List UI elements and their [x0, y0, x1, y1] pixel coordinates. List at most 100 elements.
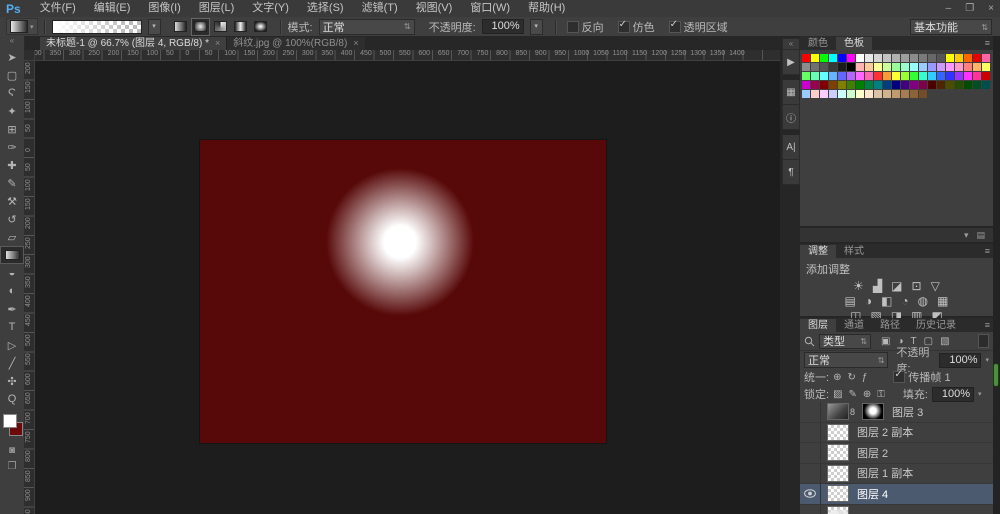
color-swatch[interactable]: [883, 72, 891, 80]
color-swatch[interactable]: [811, 90, 819, 98]
color-balance-icon[interactable]: ◑: [865, 294, 872, 308]
panel-scrollbar[interactable]: [993, 36, 1000, 514]
color-swatch[interactable]: [892, 81, 900, 89]
color-swatch[interactable]: [838, 81, 846, 89]
foreground-color-chip[interactable]: [3, 414, 17, 428]
visibility-toggle[interactable]: [800, 463, 821, 483]
color-swatch[interactable]: [973, 63, 981, 71]
color-swatch[interactable]: [829, 54, 837, 62]
fill-value[interactable]: 100%: [931, 386, 974, 402]
color-swatch[interactable]: [811, 63, 819, 71]
linear-gradient-button[interactable]: [171, 18, 190, 36]
eyedropper-tool[interactable]: ✑: [0, 138, 24, 156]
color-swatch[interactable]: [829, 63, 837, 71]
toolbar-collapse-icon[interactable]: «: [0, 36, 24, 48]
option-checkbox-1[interactable]: 仿色: [617, 19, 655, 35]
layers-panel-menu-icon[interactable]: ≡: [985, 320, 990, 330]
quick-mask-button[interactable]: ◙: [0, 442, 24, 458]
color-swatch[interactable]: [892, 63, 900, 71]
layer-mask-thumbnail[interactable]: [862, 403, 885, 421]
color-swatch[interactable]: [973, 72, 981, 80]
black-white-icon[interactable]: ◧: [881, 294, 892, 308]
layer-row-1[interactable]: 图层 2 副本: [800, 422, 993, 443]
layers-tab-2[interactable]: 路径: [872, 319, 908, 332]
timeline-panel-icon[interactable]: ▦: [782, 80, 800, 105]
color-swatch[interactable]: [865, 72, 873, 80]
color-swatch[interactable]: [919, 63, 927, 71]
color-swatch[interactable]: [928, 54, 936, 62]
color-swatch[interactable]: [883, 63, 891, 71]
color-swatch[interactable]: [847, 90, 855, 98]
exposure-icon[interactable]: ⊡: [912, 279, 922, 293]
layer-thumbnail[interactable]: [827, 423, 849, 441]
color-swatch[interactable]: [946, 81, 954, 89]
color-swatch[interactable]: [955, 63, 963, 71]
color-swatch[interactable]: [802, 54, 810, 62]
color-swatch[interactable]: [802, 81, 810, 89]
tab-close-icon[interactable]: ×: [353, 37, 358, 50]
color-swatch[interactable]: [973, 81, 981, 89]
color-swatch[interactable]: [856, 81, 864, 89]
color-swatch[interactable]: [865, 81, 873, 89]
color-swatch[interactable]: [946, 54, 954, 62]
minimize-button[interactable]: –: [946, 0, 952, 17]
unify-style-icon[interactable]: ƒ: [862, 372, 868, 383]
pen-tool[interactable]: ✒: [0, 300, 24, 318]
layer-thumbnail[interactable]: [827, 485, 849, 503]
color-swatch[interactable]: [910, 72, 918, 80]
workspace-select[interactable]: 基本功能 ⇅: [910, 19, 992, 35]
color-swatch[interactable]: [901, 54, 909, 62]
color-swatch[interactable]: [901, 63, 909, 71]
clone-stamp-tool[interactable]: ⚒: [0, 192, 24, 210]
color-swatch[interactable]: [955, 54, 963, 62]
color-swatch[interactable]: [856, 63, 864, 71]
color-swatch[interactable]: [901, 72, 909, 80]
color-swatch[interactable]: [883, 54, 891, 62]
color-swatch[interactable]: [937, 81, 945, 89]
option-checkbox-0[interactable]: 反向: [566, 19, 604, 35]
color-swatch[interactable]: [802, 72, 810, 80]
path-selection-tool[interactable]: ▷: [0, 336, 24, 354]
opacity-value[interactable]: 100%: [481, 19, 524, 34]
color-swatch[interactable]: [847, 54, 855, 62]
visibility-toggle[interactable]: [800, 402, 821, 422]
tab-close-icon[interactable]: ×: [215, 37, 220, 50]
marquee-tool[interactable]: ▢: [0, 66, 24, 84]
color-swatch[interactable]: [964, 81, 972, 89]
color-swatch[interactable]: [829, 81, 837, 89]
color-swatch[interactable]: [874, 90, 882, 98]
color-swatch[interactable]: [847, 81, 855, 89]
color-swatch[interactable]: [820, 72, 828, 80]
blend-mode-select[interactable]: 正常 ⇅: [804, 352, 889, 368]
color-swatch[interactable]: [919, 54, 927, 62]
color-swatch[interactable]: [874, 63, 882, 71]
color-lookup-icon[interactable]: ▦: [937, 294, 948, 308]
document-tab-1[interactable]: 斜纹.jpg @ 100%(RGB/8) ×: [226, 37, 365, 50]
color-swatch[interactable]: [856, 90, 864, 98]
color-swatch[interactable]: [811, 54, 819, 62]
color-swatch[interactable]: [982, 72, 990, 80]
color-swatch[interactable]: [937, 72, 945, 80]
visibility-toggle[interactable]: [800, 504, 821, 514]
color-swatch[interactable]: [928, 72, 936, 80]
color-swatch[interactable]: [955, 72, 963, 80]
layers-opacity-arrow[interactable]: ▾: [985, 356, 989, 364]
color-swatch[interactable]: [874, 72, 882, 80]
scrollbar-thumb[interactable]: [994, 364, 998, 386]
lock-position-icon[interactable]: ⊕: [863, 389, 871, 400]
color-swatch[interactable]: [838, 63, 846, 71]
dock-expand-icon[interactable]: «: [782, 38, 800, 50]
color-swatch[interactable]: [856, 72, 864, 80]
filter-smartobject-icon[interactable]: ▧: [940, 336, 949, 347]
panel-options-icon[interactable]: ▤: [976, 230, 985, 241]
color-swatch[interactable]: [829, 90, 837, 98]
lasso-tool[interactable]: Ϛ: [0, 84, 24, 102]
color-swatch[interactable]: [964, 54, 972, 62]
color-swatch[interactable]: [820, 54, 828, 62]
actions-panel-icon[interactable]: ▶: [782, 50, 800, 75]
color-swatch[interactable]: [910, 81, 918, 89]
color-swatch[interactable]: [892, 54, 900, 62]
screen-mode-button[interactable]: ❐: [0, 458, 24, 474]
lock-all-icon[interactable]: ⚿: [877, 389, 885, 400]
menu-item-9[interactable]: 帮助(H): [519, 0, 574, 17]
